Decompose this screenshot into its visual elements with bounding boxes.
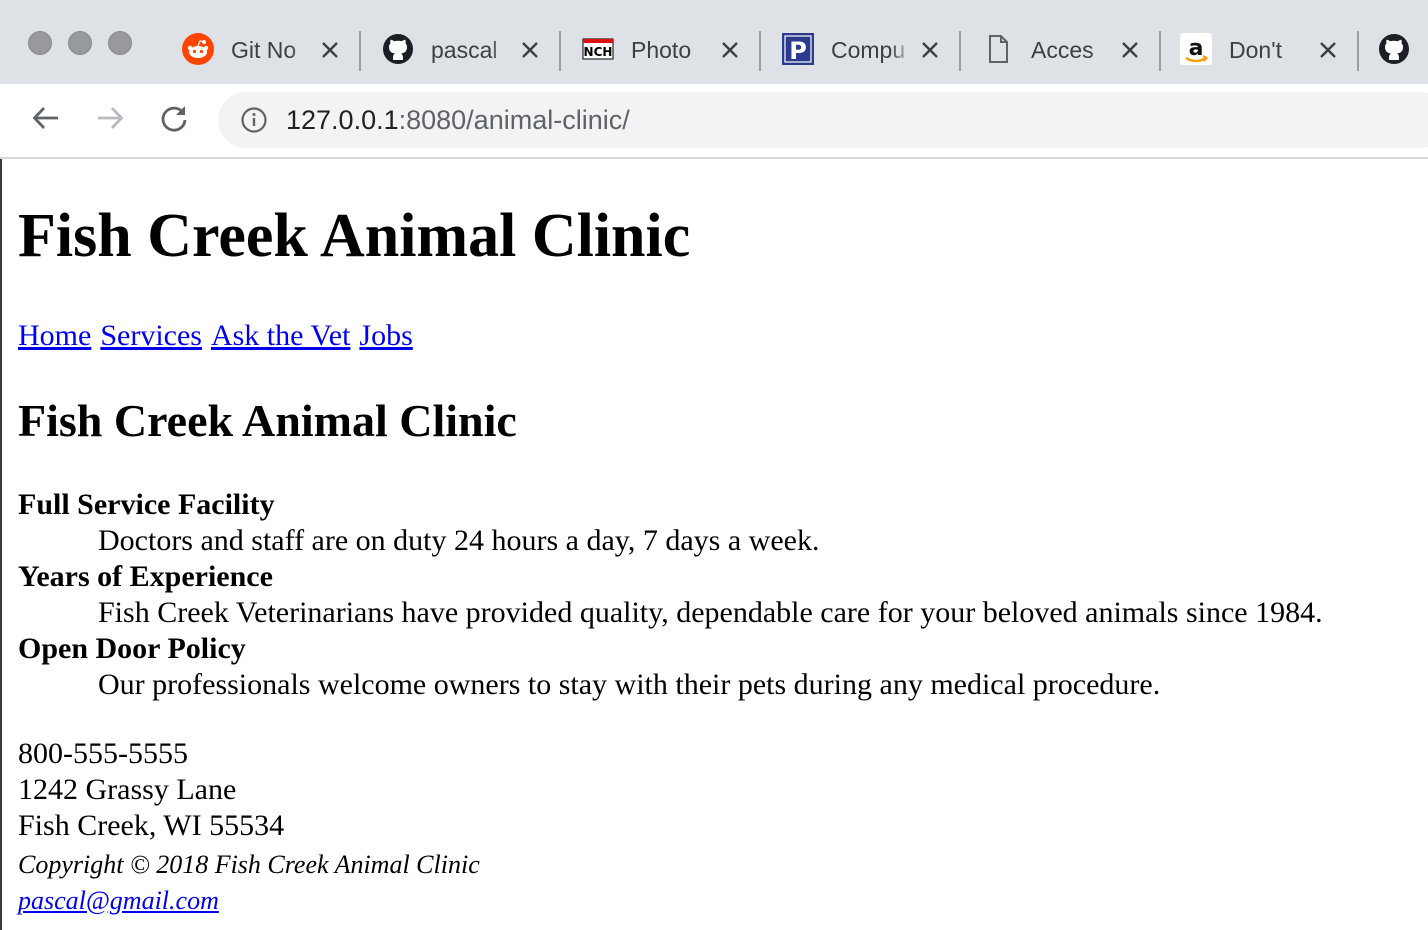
close-icon[interactable] [1314,36,1342,64]
browser-toolbar: 127.0.0.1:8080/animal-clinic/ [0,84,1428,159]
url-host: 127.0.0.1 [286,105,399,135]
close-icon[interactable] [916,36,944,64]
tab-title: Compu [831,37,906,63]
tab-title: pascal [431,37,498,63]
browser-tab[interactable]: Git No [182,30,382,71]
window-close-button[interactable] [28,31,52,55]
page-subtitle: Fish Creek Animal Clinic [18,395,517,446]
url-text[interactable]: 127.0.0.1:8080/animal-clinic/ [286,92,630,148]
url-path: :8080/animal-clinic/ [398,105,630,135]
email-link[interactable]: pascal@gmail.com [18,886,219,915]
window-minimize-button[interactable] [68,31,92,55]
feature-term: Full Service Facility [18,488,275,521]
close-icon[interactable] [516,36,544,64]
svg-text:NCH: NCH [584,45,613,59]
document-icon [982,33,1014,65]
close-icon[interactable] [716,36,744,64]
page-footer: Copyright © 2018 Fish Creek Animal Clini… [18,847,480,919]
feature-description: Our professionals welcome owners to stay… [98,668,1161,701]
tab-title: Git No [231,37,297,63]
tab-separator [359,31,361,71]
browser-tab[interactable]: NCH Photo [582,30,782,71]
feature-description: Fish Creek Veterinarians have provided q… [98,596,1323,629]
browser-tab[interactable] [1378,30,1428,70]
city-state-zip: Fish Creek, WI 55534 [18,809,285,842]
feature-term: Open Door Policy [18,632,246,665]
tab-strip: Git No pascal NCH Photo P Compu Acces a … [0,0,1428,84]
page-title: Fish Creek Animal Clinic [18,202,691,270]
tab-title: Acces [1031,37,1094,63]
svg-text:P: P [789,37,807,65]
browser-tab[interactable]: pascal [382,30,582,71]
close-icon[interactable] [316,36,344,64]
close-icon[interactable] [1116,36,1144,64]
back-arrow-icon [31,103,61,138]
browser-tab[interactable]: Acces [982,30,1182,71]
street-address: 1242 Grassy Lane [18,773,237,806]
p-icon: P [782,33,814,65]
reload-button[interactable] [155,101,193,139]
feature-description: Doctors and staff are on duty 24 hours a… [98,524,820,557]
features-list: Full Service Facility Doctors and staff … [18,487,1323,703]
feature-term: Years of Experience [18,560,273,593]
site-nav: Home Services Ask the Vet Jobs [18,317,422,355]
tab-title: Don't [1229,37,1282,63]
contact-info: 800-555-5555 1242 Grassy Lane Fish Creek… [18,736,284,844]
back-button[interactable] [27,101,65,139]
tab-separator [1159,31,1161,71]
info-icon[interactable] [240,106,268,134]
page-content: Fish Creek Animal Clinic Home Services Ask… [0,159,1428,930]
amazon-icon: a [1180,33,1212,65]
tab-separator [1357,31,1359,71]
tab-separator [759,31,761,71]
nav-link-jobs[interactable]: Jobs [359,319,412,352]
tab-separator [559,31,561,71]
github-icon [382,33,414,65]
tab-separator [959,31,961,71]
browser-tab[interactable]: a Don't [1180,30,1380,71]
nch-icon: NCH [582,33,614,65]
forward-button[interactable] [91,101,129,139]
svg-text:a: a [1189,36,1204,61]
reddit-icon [182,33,214,65]
window-zoom-button[interactable] [108,31,132,55]
github-icon [1378,33,1410,65]
copyright-text: Copyright © 2018 Fish Creek Animal Clini… [18,850,480,879]
forward-arrow-icon [95,103,125,138]
phone-number: 800-555-5555 [18,737,188,770]
tab-title: Photo [631,37,692,63]
nav-link-ask-the-vet[interactable]: Ask the Vet [211,319,350,352]
nav-link-services[interactable]: Services [100,319,202,352]
browser-tab[interactable]: P Compu [782,30,982,71]
reload-icon [159,103,189,138]
nav-link-home[interactable]: Home [18,319,91,352]
address-bar[interactable]: 127.0.0.1:8080/animal-clinic/ [218,92,1428,148]
